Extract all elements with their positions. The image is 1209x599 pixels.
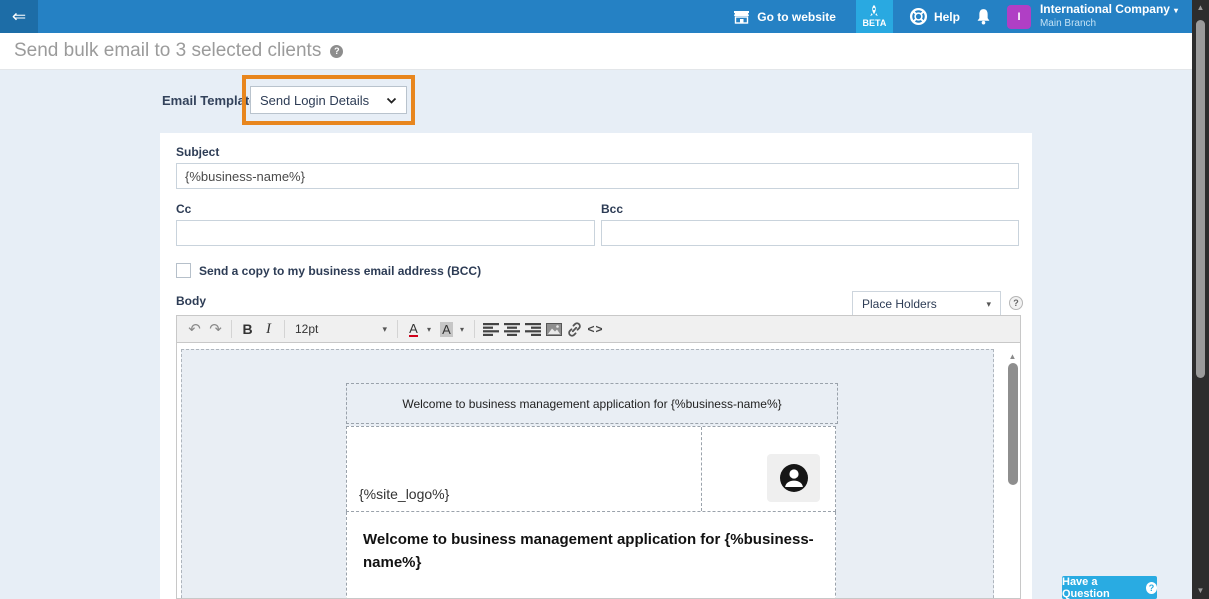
page-title-help-icon[interactable]: ? — [330, 45, 343, 58]
bell-icon — [976, 8, 991, 25]
align-center-button[interactable] — [501, 318, 522, 340]
go-to-website-label: Go to website — [757, 10, 836, 24]
italic-button[interactable]: I — [258, 318, 279, 340]
storefront-icon — [733, 10, 750, 24]
placeholders-chevron-icon: ▾ — [986, 299, 991, 310]
site-logo-placeholder: {%site_logo%} — [359, 486, 449, 502]
bcc-input[interactable] — [601, 220, 1019, 246]
company-name: International Company — [1040, 2, 1170, 16]
bcc-copy-checkbox[interactable] — [176, 263, 191, 278]
help-label: Help — [934, 10, 960, 24]
select-chevron-icon — [386, 97, 397, 104]
toolbar-separator — [397, 320, 398, 338]
email-editable-region[interactable]: Welcome to business management applicati… — [181, 349, 994, 599]
have-a-question-label: Have a Question — [1062, 576, 1141, 599]
body-label: Body — [176, 294, 206, 308]
page-title: Send bulk email to 3 selected clients — [14, 40, 321, 62]
bold-button[interactable]: B — [237, 318, 258, 340]
have-a-question-button[interactable]: Have a Question ? — [1062, 576, 1157, 599]
scroll-up-icon[interactable]: ▲ — [1192, 3, 1209, 13]
email-heading: Welcome to business management applicati… — [363, 529, 821, 574]
align-left-icon — [483, 323, 499, 336]
insert-image-button[interactable] — [543, 318, 564, 340]
undo-button[interactable]: ↶ — [184, 318, 205, 340]
editor-scroll-up-icon[interactable]: ▲ — [1005, 352, 1020, 361]
font-size-select[interactable]: 12pt ▾ — [290, 322, 392, 336]
email-template-selected-value: Send Login Details — [260, 93, 369, 108]
beta-button[interactable]: BETA — [856, 0, 893, 33]
redo-button[interactable]: ↷ — [205, 318, 226, 340]
toolbar-separator — [474, 320, 475, 338]
email-preheader-block[interactable]: Welcome to business management applicati… — [346, 383, 838, 424]
bcc-label: Bcc — [601, 202, 623, 216]
cc-input[interactable] — [176, 220, 595, 246]
align-center-icon — [504, 323, 520, 336]
email-form-card: Subject Cc Bcc Send a copy to my busines… — [160, 133, 1032, 599]
branch-name: Main Branch — [1040, 17, 1178, 30]
placeholders-help-icon[interactable]: ? — [1009, 296, 1023, 310]
question-circle-icon: ? — [1146, 582, 1157, 594]
source-code-button[interactable]: <> — [585, 318, 606, 340]
align-left-button[interactable] — [480, 318, 501, 340]
scroll-down-icon[interactable]: ▼ — [1192, 586, 1209, 596]
chevron-down-icon: ▾ — [1174, 6, 1178, 15]
preheader-text: Welcome to business management applicati… — [402, 397, 781, 411]
toolbar-separator — [231, 320, 232, 338]
app-window: ⇐ Go to website BETA — [0, 0, 1209, 599]
back-button[interactable]: ⇐ — [0, 0, 38, 33]
font-size-value: 12pt — [295, 322, 318, 336]
notifications-bell-button[interactable] — [976, 8, 991, 25]
link-icon — [567, 322, 582, 337]
person-icon — [778, 462, 810, 494]
background-color-chevron-icon[interactable]: ▾ — [460, 325, 464, 334]
editor-scrollbar[interactable]: ▲ — [1005, 346, 1020, 596]
avatar-initial: I — [1017, 11, 1020, 23]
toolbar-separator — [284, 320, 285, 338]
window-scrollbar[interactable]: ▲ ▼ — [1192, 0, 1209, 599]
go-to-website-button[interactable]: Go to website — [733, 10, 836, 24]
email-body-block[interactable]: Welcome to business management applicati… — [346, 512, 836, 599]
rocket-icon — [868, 5, 880, 18]
help-button[interactable]: Help — [909, 7, 960, 26]
background-color-button[interactable]: A — [440, 322, 453, 337]
email-template-select[interactable]: Send Login Details — [250, 86, 407, 114]
image-icon — [546, 323, 562, 336]
cc-label: Cc — [176, 202, 191, 216]
beta-label: BETA — [863, 18, 887, 28]
bcc-copy-checkbox-label: Send a copy to my business email address… — [199, 264, 481, 278]
editor-content-area[interactable]: Welcome to business management applicati… — [176, 343, 1021, 599]
editor-scroll-thumb[interactable] — [1008, 363, 1018, 485]
placeholders-select[interactable]: Place Holders ▾ — [852, 291, 1001, 317]
company-menu[interactable]: International Company ▾ Main Branch — [1040, 3, 1178, 30]
window-scroll-thumb[interactable] — [1196, 20, 1205, 378]
header-right-cluster: Go to website BETA — [733, 0, 1192, 33]
font-size-chevron-icon: ▾ — [382, 324, 387, 335]
align-right-button[interactable] — [522, 318, 543, 340]
page-title-bar: Send bulk email to 3 selected clients ? — [0, 33, 1192, 70]
align-right-icon — [525, 323, 541, 336]
editor-toolbar: ↶ ↷ B I 12pt ▾ A ▾ A ▾ — [176, 315, 1021, 343]
back-arrow-icon: ⇐ — [12, 7, 26, 27]
email-logo-row[interactable]: {%site_logo%} — [346, 426, 836, 512]
placeholders-selected-value: Place Holders — [862, 297, 937, 311]
text-color-chevron-icon[interactable]: ▾ — [427, 325, 431, 334]
company-avatar[interactable]: I — [1007, 5, 1031, 29]
subject-input[interactable] — [176, 163, 1019, 189]
insert-link-button[interactable] — [564, 318, 585, 340]
text-color-button[interactable]: A — [409, 322, 418, 337]
profile-image-placeholder[interactable] — [767, 454, 820, 502]
top-header: ⇐ Go to website BETA — [0, 0, 1192, 33]
help-lifebuoy-icon — [909, 7, 928, 26]
subject-label: Subject — [176, 145, 219, 159]
cell-divider — [701, 427, 702, 511]
